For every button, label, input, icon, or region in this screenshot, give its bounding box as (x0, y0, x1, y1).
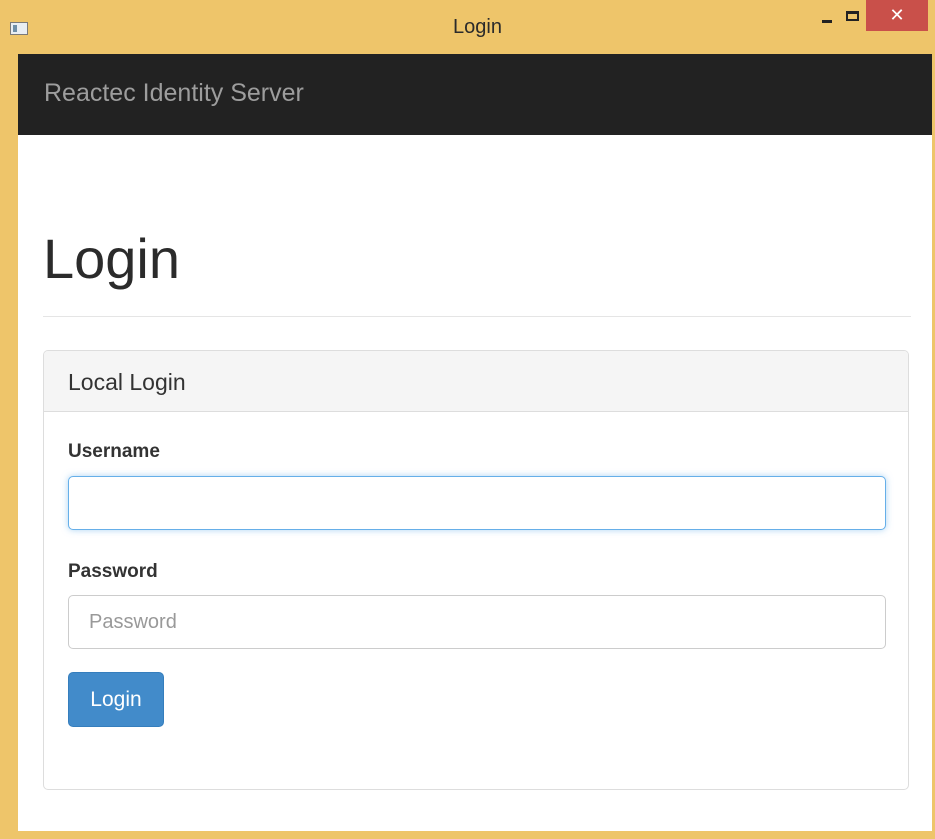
panel-title: Local Login (68, 369, 186, 395)
window-bottom-border (0, 831, 935, 839)
maximize-icon (845, 11, 859, 21)
page-title: Login (43, 227, 181, 290)
window-title: Login (453, 16, 502, 38)
login-button[interactable]: Login (68, 672, 164, 727)
top-navigation-bar: Reactec Identity Server (18, 54, 932, 135)
navbar-brand[interactable]: Reactec Identity Server (44, 79, 304, 108)
local-login-panel: Local Login Username Password Login (43, 350, 909, 790)
username-field[interactable] (68, 476, 886, 530)
window-titlebar[interactable]: Login ✕ (0, 0, 935, 54)
password-label: Password (68, 561, 158, 582)
window-left-border (0, 54, 18, 831)
minimize-icon (822, 19, 832, 23)
panel-heading: Local Login (44, 351, 908, 412)
username-label: Username (68, 441, 160, 462)
title-divider (43, 316, 911, 317)
login-window: Login ✕ Reactec Identity Server Login Lo… (0, 0, 935, 839)
maximize-button[interactable] (835, 0, 869, 32)
main-content: Login Local Login Username Password Logi… (18, 135, 932, 831)
password-field[interactable] (68, 595, 886, 649)
close-button[interactable]: ✕ (866, 0, 928, 31)
